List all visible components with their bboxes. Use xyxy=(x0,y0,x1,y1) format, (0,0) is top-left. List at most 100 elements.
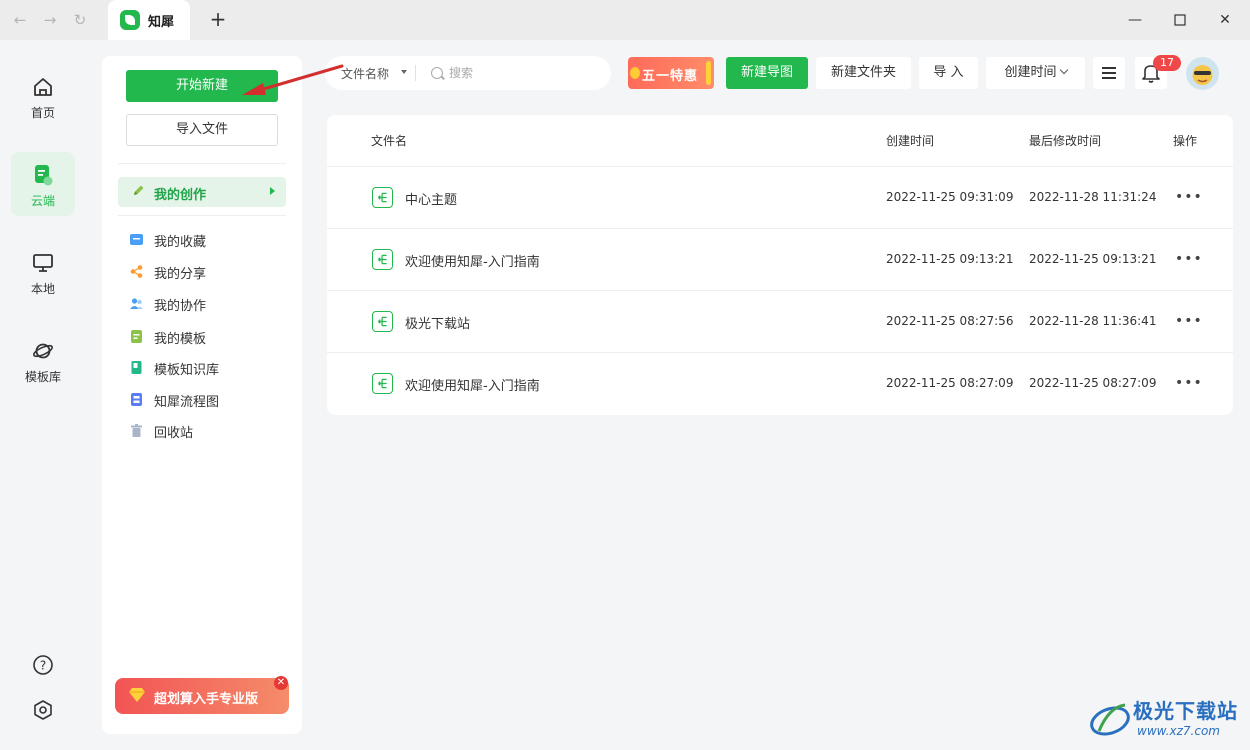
notification-count-badge: 17 xyxy=(1153,55,1181,71)
rail-label-home: 首页 xyxy=(30,106,55,120)
sidebar-item-label: 我的协作 xyxy=(154,299,207,314)
flowchart-icon xyxy=(131,393,142,406)
sidebar-item-label: 我的创作 xyxy=(154,188,207,203)
modified-time: 2022-11-25 09:13:21 xyxy=(1029,252,1157,266)
may-day-promo-banner[interactable]: 五一特惠 xyxy=(628,57,714,89)
file-table: 文件名 创建时间 最后修改时间 操作 中心主题 2022-11-25 09:31… xyxy=(327,115,1233,415)
expand-arrow-icon xyxy=(270,187,275,195)
sidebar-item-shares[interactable]: 我的分享 xyxy=(128,262,288,282)
rail-item-templates[interactable]: 模板库 xyxy=(11,328,75,392)
sidebar-item-label: 我的分享 xyxy=(154,267,207,282)
sidebar-item-my-creations[interactable]: 我的创作 xyxy=(118,177,286,207)
left-rail: 首页 云端 本地 模板库 ? xyxy=(0,40,86,750)
maximize-icon[interactable] xyxy=(1168,8,1192,32)
pencil-icon xyxy=(134,185,144,195)
sidebar-item-knowledge-base[interactable]: 模板知识库 xyxy=(128,358,288,378)
mindmap-file-icon xyxy=(372,311,393,332)
mindmap-file-icon xyxy=(372,187,393,208)
cloud-doc-icon xyxy=(35,165,53,186)
avatar[interactable] xyxy=(1186,57,1219,90)
user-avatar-icon xyxy=(1192,65,1213,85)
back-arrow-icon[interactable]: ← xyxy=(10,10,30,30)
side-panel: 开始新建 导入文件 我的创作 我的收藏 我的分享 我的协作 我的模板 模板知识库… xyxy=(102,56,302,734)
share-icon xyxy=(130,265,143,278)
close-window-icon[interactable]: ✕ xyxy=(1213,8,1237,32)
sort-dropdown[interactable]: 创建时间 xyxy=(986,57,1085,89)
monitor-icon xyxy=(33,254,53,272)
view-menu-button[interactable] xyxy=(1093,57,1125,89)
more-options-icon[interactable]: ••• xyxy=(1175,249,1202,269)
app-logo-icon xyxy=(120,10,140,30)
search-input[interactable] xyxy=(449,64,599,82)
pro-upgrade-banner[interactable]: 超划算入手专业版 xyxy=(115,678,289,714)
file-name[interactable]: 欢迎使用知犀-入门指南 xyxy=(405,375,540,394)
pro-upgrade-label: 超划算入手专业版 xyxy=(154,692,259,707)
decoration-bar xyxy=(706,61,711,85)
search-icon xyxy=(431,67,443,79)
new-mindmap-button[interactable]: 新建导图 xyxy=(726,57,808,89)
modified-time: 2022-11-25 08:27:09 xyxy=(1029,376,1157,390)
sidebar-item-trash[interactable]: 回收站 xyxy=(128,421,288,441)
sidebar-item-favorites[interactable]: 我的收藏 xyxy=(128,230,288,250)
forward-arrow-icon[interactable]: → xyxy=(40,10,60,30)
watermark-url: www.xz7.com xyxy=(1137,724,1220,738)
menu-icon xyxy=(1102,67,1116,69)
divider xyxy=(415,65,416,81)
trash-icon xyxy=(131,424,142,437)
home-icon xyxy=(34,78,52,96)
tab-title: 知犀 xyxy=(148,15,175,30)
table-row[interactable]: 欢迎使用知犀-入门指南 2022-11-25 08:27:09 2022-11-… xyxy=(327,353,1233,415)
sidebar-item-flowchart[interactable]: 知犀流程图 xyxy=(128,390,288,410)
more-options-icon[interactable]: ••• xyxy=(1175,311,1202,331)
aurora-logo-icon xyxy=(1090,703,1130,736)
settings-icon[interactable] xyxy=(32,699,54,721)
sidebar-item-collaboration[interactable]: 我的协作 xyxy=(128,294,288,314)
table-row[interactable]: 中心主题 2022-11-25 09:31:09 2022-11-28 11:3… xyxy=(327,167,1233,229)
rail-label-cloud: 云端 xyxy=(30,194,55,208)
more-options-icon[interactable]: ••• xyxy=(1175,373,1202,393)
modified-time: 2022-11-28 11:31:24 xyxy=(1029,190,1157,204)
sidebar-item-label: 回收站 xyxy=(154,426,194,441)
sidebar-item-templates[interactable]: 我的模板 xyxy=(128,327,288,347)
sidebar-item-label: 我的模板 xyxy=(154,332,207,347)
table-row[interactable]: 欢迎使用知犀-入门指南 2022-11-25 09:13:21 2022-11-… xyxy=(327,229,1233,291)
caret-down-icon[interactable] xyxy=(401,70,407,74)
divider xyxy=(118,215,286,216)
minimize-icon[interactable]: — xyxy=(1123,8,1147,32)
file-name[interactable]: 中心主题 xyxy=(405,189,457,208)
help-icon[interactable]: ? xyxy=(32,654,54,676)
folder-star-icon xyxy=(130,234,143,245)
created-time: 2022-11-25 09:31:09 xyxy=(886,190,1014,204)
close-banner-icon[interactable]: ✕ xyxy=(274,676,288,690)
column-header-created[interactable]: 创建时间 xyxy=(886,132,934,149)
new-folder-button[interactable]: 新建文件夹 xyxy=(816,57,911,89)
import-file-button[interactable]: 导入文件 xyxy=(126,114,278,146)
column-header-modified[interactable]: 最后修改时间 xyxy=(1029,132,1101,149)
watermark-logo: 极光下载站 www.xz7.com xyxy=(1089,693,1244,745)
modified-time: 2022-11-28 11:36:41 xyxy=(1029,314,1157,328)
watermark-text: 极光下载站 xyxy=(1133,699,1238,723)
rail-item-cloud[interactable]: 云端 xyxy=(11,152,75,216)
users-icon xyxy=(130,298,143,309)
coin-icon xyxy=(630,67,640,79)
add-tab-button[interactable]: + xyxy=(206,6,230,32)
refresh-icon[interactable]: ↻ xyxy=(70,10,90,30)
column-header-filename[interactable]: 文件名 xyxy=(371,132,407,149)
chevron-down-icon xyxy=(1059,65,1068,75)
created-time: 2022-11-25 08:27:09 xyxy=(886,376,1014,390)
book-icon xyxy=(131,361,142,374)
browser-tab[interactable]: 知犀 xyxy=(108,0,190,40)
title-bar: ← → ↻ 知犀 + — ✕ xyxy=(0,0,1250,40)
more-options-icon[interactable]: ••• xyxy=(1175,187,1202,207)
import-button[interactable]: 导 入 xyxy=(919,57,978,89)
mindmap-file-icon xyxy=(372,249,393,270)
rail-item-local[interactable]: 本地 xyxy=(11,240,75,304)
template-icon xyxy=(131,330,142,343)
file-name[interactable]: 极光下载站 xyxy=(405,313,470,332)
file-name[interactable]: 欢迎使用知犀-入门指南 xyxy=(405,251,540,270)
planet-icon xyxy=(33,343,53,359)
column-header-actions: 操作 xyxy=(1173,134,1198,148)
created-time: 2022-11-25 08:27:56 xyxy=(886,314,1014,328)
rail-item-home[interactable]: 首页 xyxy=(11,64,75,128)
table-row[interactable]: 极光下载站 2022-11-25 08:27:56 2022-11-28 11:… xyxy=(327,291,1233,353)
